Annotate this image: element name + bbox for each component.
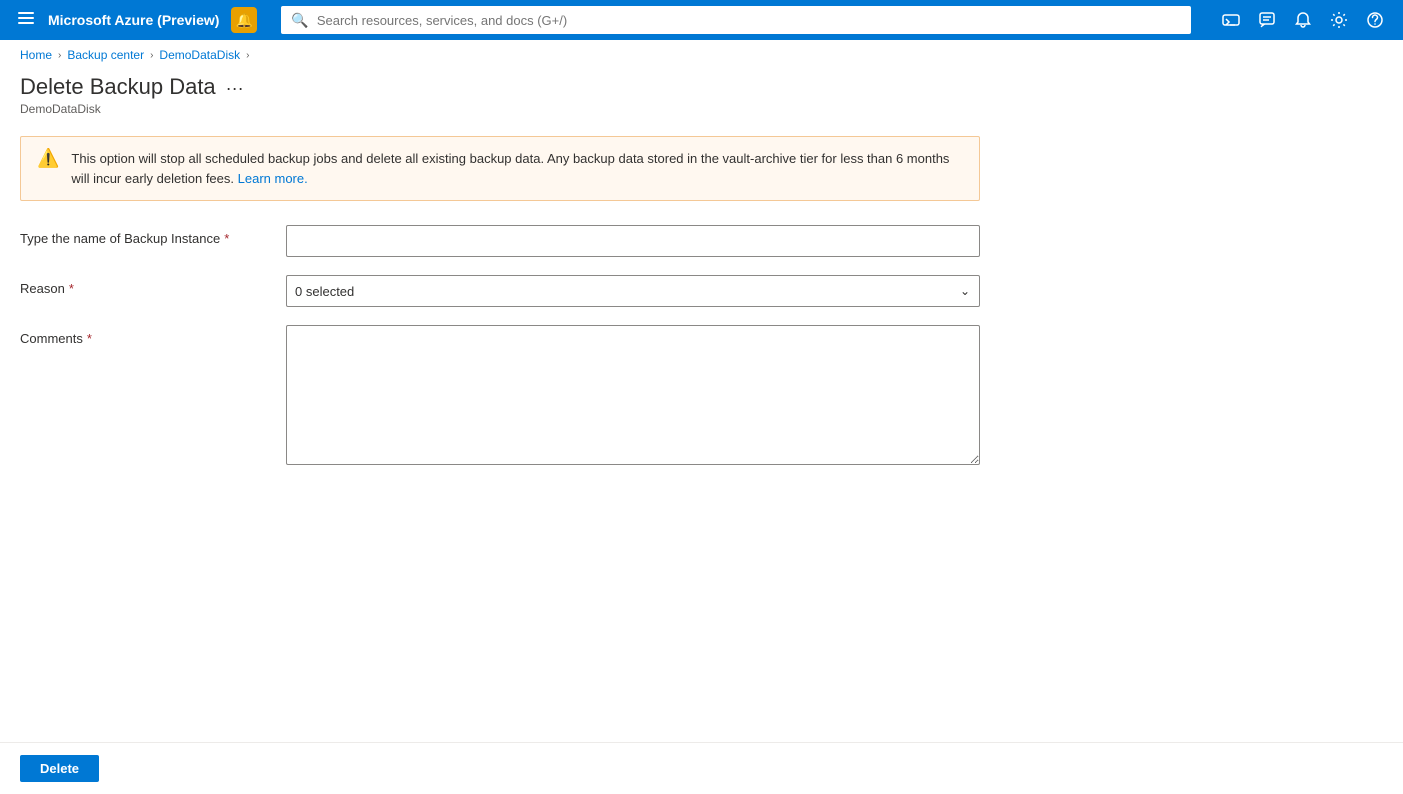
required-star-2: *: [69, 281, 74, 296]
feedback-button[interactable]: [1251, 4, 1283, 36]
page-title: Delete Backup Data: [20, 74, 216, 100]
search-input[interactable]: [317, 13, 1181, 28]
warning-text: This option will stop all scheduled back…: [71, 149, 963, 188]
delete-form: Type the name of Backup Instance * Reaso…: [20, 225, 980, 468]
hamburger-menu-button[interactable]: [12, 6, 40, 35]
reason-control: 0 selected ⌄: [286, 275, 980, 307]
comments-textarea[interactable]: [286, 325, 980, 465]
settings-button[interactable]: [1323, 4, 1355, 36]
comments-control: [286, 325, 980, 468]
required-star-3: *: [87, 331, 92, 346]
backup-instance-label: Type the name of Backup Instance *: [20, 225, 270, 246]
breadcrumb-home[interactable]: Home: [20, 48, 52, 62]
delete-button[interactable]: Delete: [20, 755, 99, 782]
breadcrumb: Home › Backup center › DemoDataDisk ›: [0, 40, 1403, 70]
reason-row: Reason * 0 selected ⌄: [20, 275, 980, 307]
page-subtitle: DemoDataDisk: [20, 102, 1383, 116]
notifications-button[interactable]: [1287, 4, 1319, 36]
badge-icon: 🔔: [236, 12, 253, 29]
required-star-1: *: [224, 231, 229, 246]
topbar: Microsoft Azure (Preview) 🔔 🔍: [0, 0, 1403, 40]
content-area: ⚠️ This option will stop all scheduled b…: [0, 128, 1000, 476]
breadcrumb-backup-center[interactable]: Backup center: [67, 48, 144, 62]
help-button[interactable]: [1359, 4, 1391, 36]
comments-label: Comments *: [20, 325, 270, 346]
comments-row: Comments *: [20, 325, 980, 468]
reason-label: Reason *: [20, 275, 270, 296]
page-header: Delete Backup Data ··· DemoDataDisk: [0, 70, 1403, 128]
search-icon: 🔍: [291, 12, 308, 29]
backup-instance-control: [286, 225, 980, 257]
bottom-action-bar: Delete: [0, 742, 1403, 794]
breadcrumb-demo-data-disk[interactable]: DemoDataDisk: [159, 48, 240, 62]
learn-more-link[interactable]: Learn more.: [238, 171, 308, 186]
app-title: Microsoft Azure (Preview): [48, 12, 219, 28]
notification-badge[interactable]: 🔔: [231, 7, 257, 33]
backup-instance-input[interactable]: [286, 225, 980, 257]
breadcrumb-sep-1: ›: [58, 50, 61, 61]
page-more-menu-button[interactable]: ···: [226, 78, 244, 99]
cloud-shell-button[interactable]: [1215, 4, 1247, 36]
topbar-actions: [1215, 4, 1391, 36]
search-bar[interactable]: 🔍: [281, 6, 1191, 34]
reason-select[interactable]: 0 selected: [286, 275, 980, 307]
warning-banner: ⚠️ This option will stop all scheduled b…: [20, 136, 980, 201]
breadcrumb-sep-2: ›: [150, 50, 153, 61]
breadcrumb-sep-3: ›: [246, 50, 249, 61]
warning-icon: ⚠️: [37, 149, 59, 167]
backup-instance-row: Type the name of Backup Instance *: [20, 225, 980, 257]
